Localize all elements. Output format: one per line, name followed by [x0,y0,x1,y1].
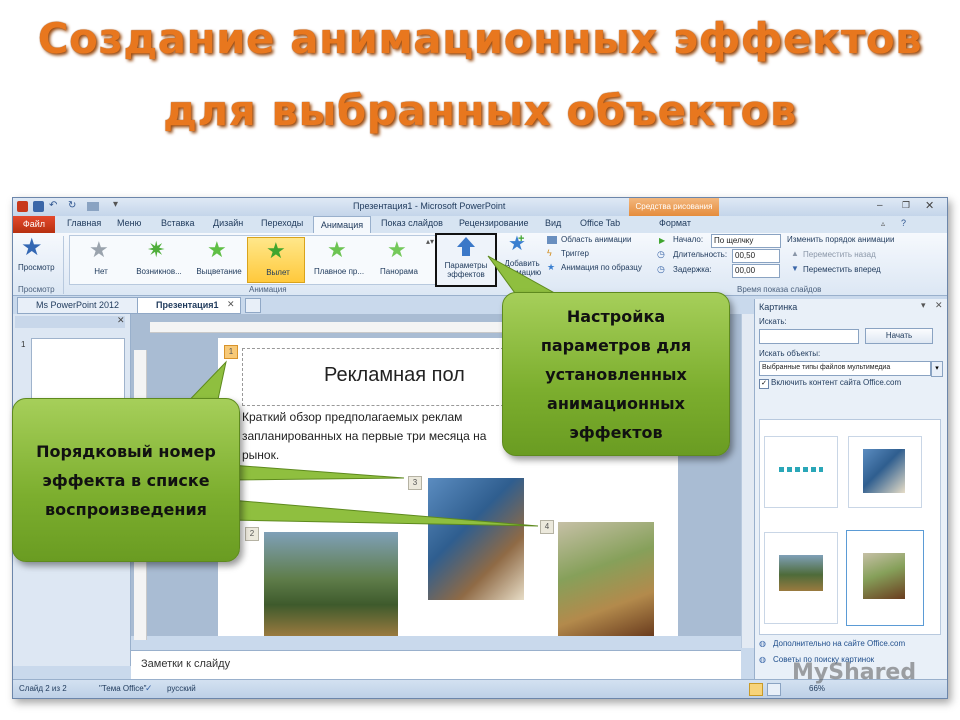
callout-effect-options: Настройка параметров для установленных а… [502,292,730,456]
callout-order-number: Порядковый номер эффекта в списке воспро… [12,398,240,562]
callout-pointers [176,255,562,527]
pointer-to-tag-3 [229,464,405,481]
watermark-logo: MyShared [792,660,917,685]
callout-effect-options-text: Настройка параметров для установленных а… [540,306,692,442]
callout-order-number-text: Порядковый номер эффекта в списке воспро… [36,441,216,519]
pointer-to-tag-4 [229,499,539,527]
